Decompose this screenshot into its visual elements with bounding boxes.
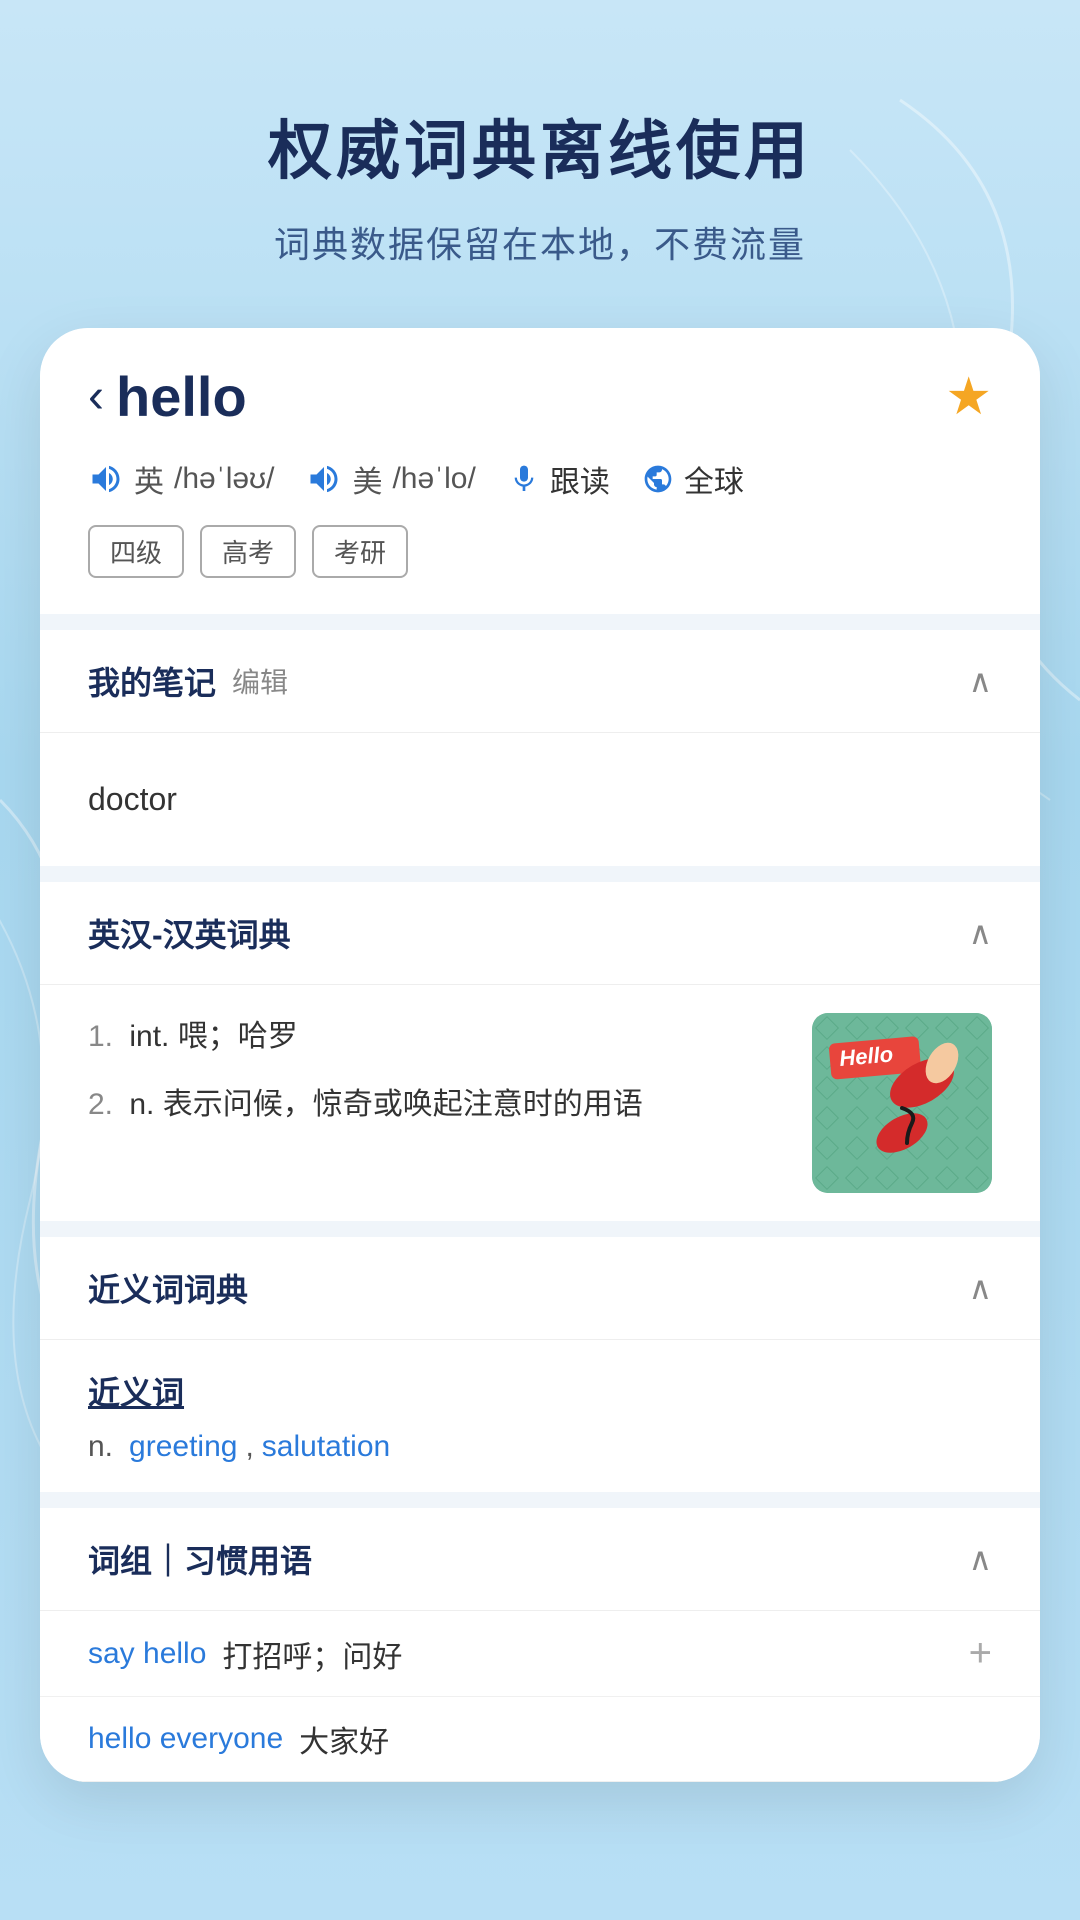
- word-header: ‹ hello ★ 英 /həˈləʊ/ 美 /həˈlo/: [40, 328, 1040, 614]
- def-num-2: 2.: [88, 1088, 113, 1121]
- follow-read-label: 跟读: [550, 457, 610, 501]
- synonym-comma: ,: [245, 1430, 253, 1464]
- tag-0: 四级: [88, 525, 184, 578]
- word-tags: 四级 高考 考研: [88, 525, 992, 578]
- phrase-en-0[interactable]: say hello: [88, 1637, 206, 1671]
- notes-edit-button[interactable]: 编辑: [232, 661, 288, 701]
- phrase-cn-0: 打招呼；问好: [222, 1632, 402, 1676]
- global-button[interactable]: 全球: [642, 457, 744, 501]
- def-pos-1: int.: [129, 1020, 169, 1053]
- phrases-collapse-icon[interactable]: ∧: [969, 1540, 992, 1578]
- speaker-us-icon: [306, 461, 342, 497]
- notes-title: 我的笔记: [88, 658, 216, 704]
- dictionary-section: 英汉-汉英词典 ∧ 1. int. 喂；哈罗 2. n. 表示问候，惊奇或唤起注…: [40, 882, 1040, 1221]
- pronunciation-row: 英 /həˈləʊ/ 美 /həˈlo/ 跟读: [88, 457, 992, 501]
- follow-read-button[interactable]: 跟读: [508, 457, 610, 501]
- def-pos-2: n.: [129, 1088, 154, 1121]
- dictionary-section-header: 英汉-汉英词典 ∧: [40, 882, 1040, 985]
- page-main-title: 权威词典离线使用: [0, 100, 1080, 192]
- tag-2: 考研: [312, 525, 408, 578]
- pron-phonetic-uk: /həˈləʊ/: [174, 462, 274, 496]
- def-meaning-1: 喂；哈罗: [178, 1020, 298, 1053]
- notes-section: 我的笔记 编辑 ∧ doctor: [40, 630, 1040, 866]
- phrases-section: 词组｜习惯用语 ∧ say hello 打招呼；问好 + hello every…: [40, 1508, 1040, 1782]
- dictionary-title: 英汉-汉英词典: [88, 910, 291, 956]
- note-text: doctor: [88, 761, 992, 838]
- hello-illustration: Hello: [812, 1013, 992, 1193]
- synonym-collapse-icon[interactable]: ∧: [969, 1269, 992, 1307]
- dictionary-content: 1. int. 喂；哈罗 2. n. 表示问候，惊奇或唤起注意时的用语: [40, 985, 1040, 1221]
- definitions-list: 1. int. 喂；哈罗 2. n. 表示问候，惊奇或唤起注意时的用语: [88, 1013, 788, 1193]
- phrase-add-button-0[interactable]: +: [969, 1631, 992, 1676]
- synonym-heading: 近义词: [88, 1368, 992, 1414]
- notes-section-header: 我的笔记 编辑 ∧: [40, 630, 1040, 733]
- tag-1: 高考: [200, 525, 296, 578]
- favorite-star-icon[interactable]: ★: [945, 367, 992, 427]
- synonym-content: 近义词 n. greeting , salutation: [40, 1340, 1040, 1492]
- synonym-pos: n.: [88, 1430, 113, 1464]
- page-sub-title: 词典数据保留在本地，不费流量: [0, 216, 1080, 268]
- notes-content: doctor: [40, 733, 1040, 866]
- def-num-1: 1.: [88, 1020, 113, 1053]
- back-button[interactable]: ‹: [88, 373, 104, 421]
- pron-flag-us: 美: [352, 457, 382, 501]
- american-pron[interactable]: 美 /həˈlo/: [306, 457, 475, 501]
- phrase-en-1[interactable]: hello everyone: [88, 1722, 283, 1756]
- phrase-item-1: hello everyone 大家好: [40, 1697, 1040, 1782]
- definition-2: 2. n. 表示问候，惊奇或唤起注意时的用语: [88, 1081, 788, 1129]
- synonym-list: n. greeting , salutation: [88, 1430, 992, 1464]
- global-label: 全球: [684, 457, 744, 501]
- notes-collapse-icon[interactable]: ∧: [969, 662, 992, 700]
- synonym-word-1[interactable]: greeting: [129, 1430, 237, 1464]
- phrase-item-0: say hello 打招呼；问好 +: [40, 1611, 1040, 1697]
- phrases-title: 词组｜习惯用语: [88, 1536, 312, 1582]
- svg-text:Hello: Hello: [838, 1041, 894, 1071]
- synonym-title: 近义词词典: [88, 1265, 248, 1311]
- def-meaning-2: 表示问候，惊奇或唤起注意时的用语: [163, 1088, 643, 1121]
- synonym-section-header: 近义词词典 ∧: [40, 1237, 1040, 1340]
- british-pron[interactable]: 英 /həˈləʊ/: [88, 457, 274, 501]
- word-display: hello: [116, 364, 247, 429]
- synonym-word-2[interactable]: salutation: [262, 1430, 390, 1464]
- dictionary-card: ‹ hello ★ 英 /həˈləʊ/ 美 /həˈlo/: [40, 328, 1040, 1782]
- phrases-section-header: 词组｜习惯用语 ∧: [40, 1508, 1040, 1611]
- dictionary-collapse-icon[interactable]: ∧: [969, 914, 992, 952]
- speaker-uk-icon: [88, 461, 124, 497]
- microphone-icon: [508, 463, 540, 495]
- pron-flag-uk: 英: [134, 457, 164, 501]
- synonym-section: 近义词词典 ∧ 近义词 n. greeting , salutation: [40, 1237, 1040, 1492]
- definition-1: 1. int. 喂；哈罗: [88, 1013, 788, 1061]
- global-icon: [642, 463, 674, 495]
- phrase-cn-1: 大家好: [299, 1717, 389, 1761]
- pron-phonetic-us: /həˈlo/: [392, 462, 475, 496]
